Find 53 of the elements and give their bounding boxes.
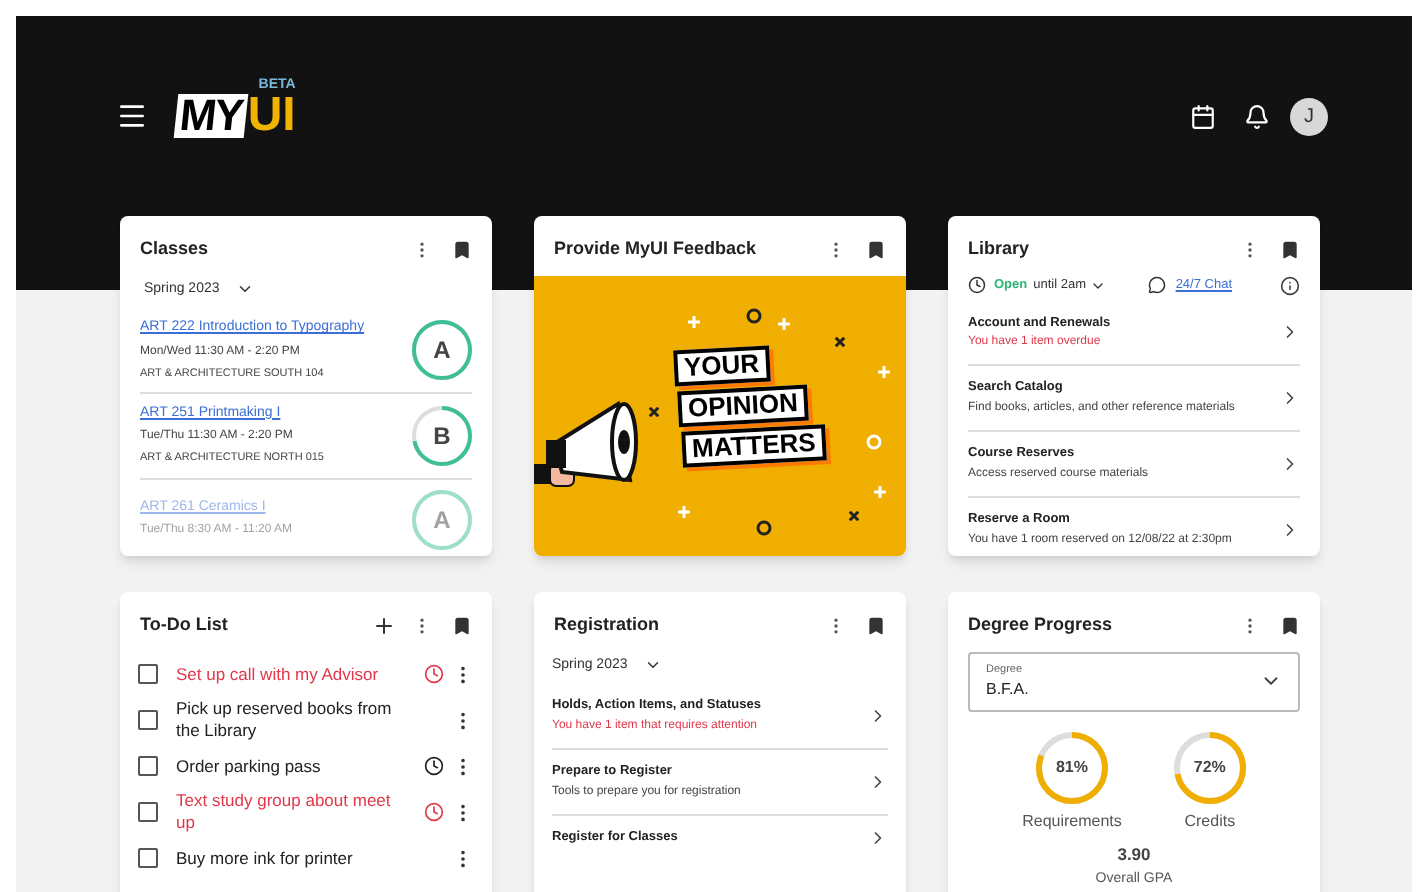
logo-text: UI xyxy=(247,94,296,138)
card-title: Provide MyUI Feedback xyxy=(554,236,759,262)
clock-icon xyxy=(968,276,986,294)
add-icon[interactable] xyxy=(372,613,396,638)
meter-label: Credits xyxy=(1184,809,1236,834)
card-title: Degree Progress xyxy=(968,612,1115,638)
banner-text: YOUR xyxy=(673,344,770,386)
info-icon[interactable] xyxy=(1280,275,1300,295)
logo-text: MY xyxy=(173,94,248,138)
checkbox[interactable] xyxy=(138,756,158,776)
gpa-value: 3.90 xyxy=(1117,841,1151,867)
clock-icon xyxy=(424,664,444,684)
calendar-icon[interactable] xyxy=(1190,103,1216,129)
todo-item[interactable]: Pick up reserved books from the Library xyxy=(138,697,474,743)
card-title: To-Do List xyxy=(140,612,230,638)
meter-label: Requirements xyxy=(1022,809,1122,834)
bookmark-icon[interactable] xyxy=(1280,615,1300,636)
todo-item[interactable]: Text study group about meet up xyxy=(138,789,474,835)
grade-letter: A xyxy=(433,503,451,537)
todo-text: Order parking pass xyxy=(176,755,323,777)
chat-icon xyxy=(1147,276,1166,294)
notification-bell-icon[interactable] xyxy=(1244,103,1270,129)
menu-icon[interactable] xyxy=(116,100,148,132)
todo-text: Pick up reserved books from the Library xyxy=(176,698,394,742)
todo-text: Buy more ink for printer xyxy=(176,847,355,869)
todo-text: Set up call with my Advisor xyxy=(176,663,381,685)
grade-letter: B xyxy=(433,419,451,454)
bookmark-icon[interactable] xyxy=(1280,239,1300,260)
checkbox[interactable] xyxy=(138,664,158,684)
clock-icon xyxy=(424,756,444,776)
todo-item[interactable]: Order parking pass xyxy=(138,743,474,789)
card-title: Registration xyxy=(554,612,662,638)
field-value: B.F.A. xyxy=(986,677,1031,702)
todo-item[interactable]: Set up call with my Advisor xyxy=(138,651,474,697)
checkbox[interactable] xyxy=(138,848,158,868)
percent-reading: 72% xyxy=(1193,755,1226,780)
card-title: Classes xyxy=(140,236,211,262)
bookmark-icon[interactable] xyxy=(452,615,472,636)
percent-reading: 81% xyxy=(1055,755,1088,780)
checkbox[interactable] xyxy=(138,710,158,730)
clock-icon xyxy=(424,802,444,822)
todo-item[interactable]: Buy more ink for printer xyxy=(138,835,474,881)
feedback-banner[interactable]: YOUR OPINION MATTERS xyxy=(534,275,906,556)
todo-text: Text study group about meet up xyxy=(176,790,393,834)
checkbox[interactable] xyxy=(138,802,158,822)
bookmark-icon[interactable] xyxy=(866,615,886,636)
user-avatar[interactable]: J xyxy=(1290,97,1328,135)
bookmark-icon[interactable] xyxy=(866,239,886,260)
banner-text: OPINION xyxy=(677,383,809,427)
card-title: Library xyxy=(968,236,1032,262)
banner-text: MATTERS xyxy=(681,423,827,467)
grade-letter: A xyxy=(433,333,451,368)
bookmark-icon[interactable] xyxy=(452,239,472,260)
